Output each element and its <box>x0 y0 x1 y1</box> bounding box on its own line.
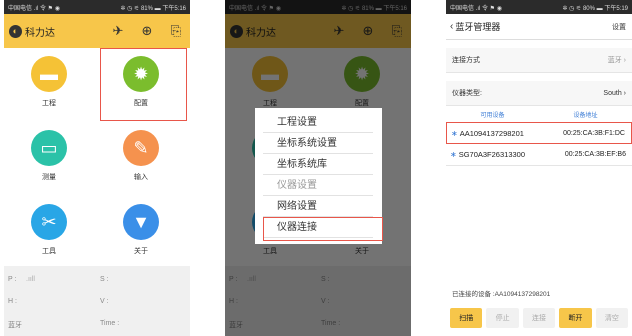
bt-label: 蓝牙 <box>8 322 22 329</box>
phone-config-menu: 中国电信 .ıl 令 ⚑ ◉ ✲ ◷ ⚟ 81% ▬ 下午5:16 ◐ 科力达 … <box>225 0 411 336</box>
v-label: V : <box>100 298 109 305</box>
ruler-icon: ▭ <box>31 130 67 166</box>
connected-device-text: 已连接的设备 :AA1094137298201 <box>452 291 551 298</box>
home-item-label: 工程 <box>42 100 56 107</box>
disconnect-button[interactable]: 断开 <box>559 308 592 328</box>
bt-header: ‹ 蓝牙管理器 设置 <box>446 14 632 40</box>
settings-link[interactable]: 设置 <box>612 22 626 32</box>
instrument-type-row[interactable]: 仪器类型: South › <box>446 81 632 106</box>
back-icon[interactable]: ‹ <box>450 21 453 32</box>
tools-icon: ✂ <box>31 204 67 240</box>
device-name: SG70A3F26313300 <box>458 150 526 159</box>
phone-bluetooth-manager: 中国电信 .ıl 令 ⚑ ◉ ✲ ◷ ⚟ 80% ▬ 下午5:19 ‹ 蓝牙管理… <box>446 0 632 336</box>
home-item[interactable]: ✂ 工具 <box>4 196 94 264</box>
info-icon: ▼ <box>123 204 159 240</box>
instrument-type-label: 仪器类型: <box>452 90 482 97</box>
phone-home-screen: 中国电信 .ıl 令 ⚑ ◉ ✲ ◷ ⚟ 81% ▬ 下午5:16 ◐ 科力达 … <box>4 0 190 336</box>
signal-bars: .ııll <box>26 276 35 283</box>
status-bar: 中国电信 .ıl 令 ⚑ ◉ ✲ ◷ ⚟ 80% ▬ 下午5:19 <box>446 0 632 14</box>
edit-icon: ✎ <box>123 130 159 166</box>
menu-item-project-settings[interactable]: 工程设置 <box>263 112 373 133</box>
folder-icon: ▬ <box>31 56 67 92</box>
home-item[interactable]: ✎ 输入 <box>96 122 186 190</box>
app-title: 科力达 <box>25 27 55 39</box>
home-item-label: 关于 <box>134 248 148 255</box>
highlight-instrument-connect <box>263 217 383 241</box>
menu-item-network-settings[interactable]: 网络设置 <box>263 196 373 217</box>
home-item-label: 工具 <box>42 248 56 255</box>
page-title: 蓝牙管理器 <box>455 22 501 32</box>
device-mac: 00:25:CA:3B:EF:B6 <box>564 151 626 158</box>
s-label: S : <box>100 276 109 283</box>
exit-icon[interactable]: ⎘ <box>168 22 184 40</box>
app-logo: ◐ <box>9 24 22 38</box>
col-devices: 可用设备 <box>480 112 505 119</box>
home-item[interactable]: ▼ 关于 <box>96 196 186 264</box>
home-item-label: 测量 <box>42 174 56 181</box>
action-buttons: 扫描 停止 连接 断开 清空 <box>446 308 632 332</box>
instrument-type-value: South › <box>603 89 626 97</box>
home-item[interactable]: ▭ 测量 <box>4 122 94 190</box>
home-item-label: 输入 <box>134 174 148 181</box>
status-bar: 中国电信 .ıl 令 ⚑ ◉ ✲ ◷ ⚟ 81% ▬ 下午5:16 <box>4 0 190 14</box>
menu-item-coord-library[interactable]: 坐标系统库 <box>263 154 373 175</box>
device-name: AA1094137298201 <box>459 128 524 138</box>
clear-button[interactable]: 清空 <box>595 308 629 328</box>
device-mac: 00:25:CA:3B:F1:DC <box>563 129 625 137</box>
status-right: ✲ ◷ ⚟ 80% ▬ 下午5:19 <box>562 5 628 12</box>
highlight-config <box>100 48 187 121</box>
instrument-icon[interactable]: ⊕ <box>139 22 155 40</box>
stop-button[interactable]: 停止 <box>486 308 519 328</box>
status-left: 中国电信 .ıl 令 ⚑ ◉ <box>450 5 502 12</box>
menu-item-instrument-settings: 仪器设置 <box>263 175 373 196</box>
status-left: 中国电信 .ıl 令 ⚑ ◉ <box>8 5 60 12</box>
scan-button[interactable]: 扫描 <box>450 308 483 328</box>
time-label: Time : <box>100 320 120 327</box>
bluetooth-icon: ∗ <box>450 150 457 159</box>
col-address: 设备地址 <box>573 112 598 119</box>
status-right: ✲ ◷ ⚟ 81% ▬ 下午5:16 <box>120 5 186 12</box>
status-panel: P : .ııll S : H : V : 蓝牙 Time : <box>4 266 190 336</box>
home-item[interactable]: ▬ 工程 <box>4 48 94 116</box>
bluetooth-icon: ∗ <box>451 128 458 138</box>
connection-mode-value: 蓝牙 › <box>607 57 626 64</box>
h-label: H : <box>8 298 17 305</box>
p-label: P : <box>8 276 17 283</box>
device-row[interactable]: ∗ SG70A3F26313300 00:25:CA:3B:EF:B6 <box>446 144 632 166</box>
connection-mode-label: 连接方式 <box>452 57 480 64</box>
satellite-icon[interactable]: ✈ <box>110 22 126 40</box>
device-list-header: 可用设备 设备地址 <box>446 106 632 122</box>
connection-mode-row[interactable]: 连接方式 蓝牙 › <box>446 48 632 73</box>
menu-item-coord-settings[interactable]: 坐标系统设置 <box>263 133 373 154</box>
connect-button[interactable]: 连接 <box>522 308 556 328</box>
app-header: ◐ 科力达 ✈ ⊕ ⎘ <box>4 14 190 48</box>
device-row[interactable]: ∗ AA1094137298201 00:25:CA:3B:F1:DC <box>446 122 632 144</box>
